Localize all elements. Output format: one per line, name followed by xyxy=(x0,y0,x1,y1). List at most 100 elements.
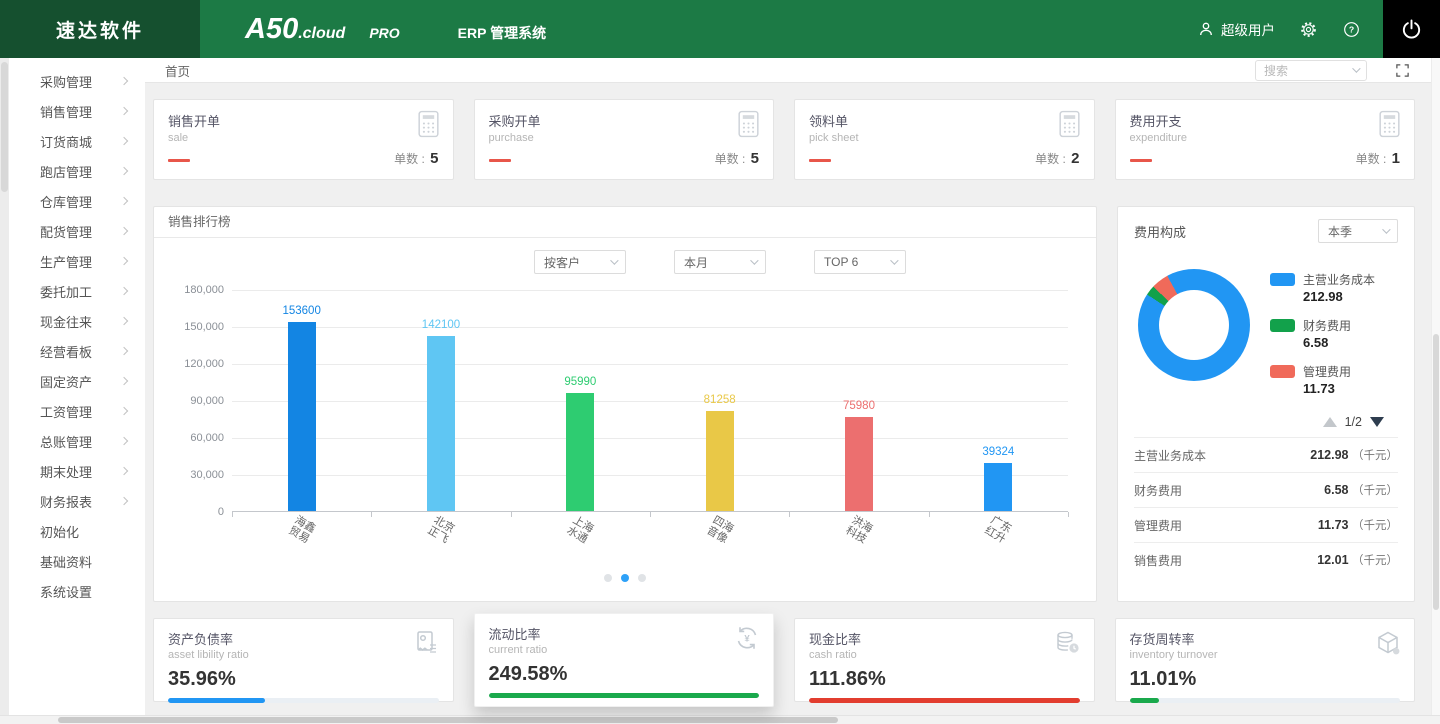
kpi-subtitle: inventory turnover xyxy=(1130,649,1401,661)
product-brand: A50 .cloud PRO ERP 管理系统 xyxy=(245,13,546,46)
sidebar-item-10[interactable]: 固定资产 xyxy=(0,366,145,396)
sidebar-item-0[interactable]: 采购管理 xyxy=(0,66,145,96)
calculator-icon xyxy=(1057,110,1082,143)
sidebar-item-15[interactable]: 初始化 xyxy=(0,516,145,546)
product-name: A50 xyxy=(245,13,298,46)
kpi-progress-fill xyxy=(1130,698,1160,703)
stat-card-1[interactable]: 采购开单purchase单数 : 5 xyxy=(474,99,775,180)
sidebar-item-14[interactable]: 财务报表 xyxy=(0,486,145,516)
red-dash xyxy=(809,159,831,162)
y-axis-tick: 60,000 xyxy=(190,432,224,444)
carousel-dot-1[interactable] xyxy=(621,574,629,582)
bar-value-label: 153600 xyxy=(222,305,381,317)
legend-page-down-icon[interactable] xyxy=(1370,417,1384,427)
stat-card-subtitle: expenditure xyxy=(1130,132,1401,144)
chevron-right-icon xyxy=(120,347,128,355)
carousel-dot-0[interactable] xyxy=(604,574,612,582)
kpi-card-1[interactable]: 流动比率current ratio¥249.58% xyxy=(474,613,775,707)
kpi-card-0[interactable]: 资产负债率asset libility ratio35.96% xyxy=(153,618,454,702)
sidebar-item-6[interactable]: 生产管理 xyxy=(0,246,145,276)
chevron-down-icon xyxy=(1352,64,1360,72)
logo-text: 速达软件 xyxy=(56,16,144,43)
receipt-icon xyxy=(413,629,441,662)
expense-row-2: 管理费用11.73 （千元） xyxy=(1134,507,1398,542)
chart-filter-select-0[interactable]: 按客户 xyxy=(534,250,626,274)
bar xyxy=(427,336,455,511)
vertical-scrollbar-thumb[interactable] xyxy=(1433,334,1439,610)
y-axis-tick: 120,000 xyxy=(184,358,224,370)
sidebar-scrollbar-thumb[interactable] xyxy=(1,62,8,192)
settings-gear-icon[interactable] xyxy=(1299,20,1318,39)
chevron-right-icon xyxy=(120,377,128,385)
bar-column-4: 75980 xyxy=(789,290,928,511)
kpi-value: 35.96% xyxy=(168,668,439,691)
user-icon xyxy=(1197,20,1215,38)
bar xyxy=(706,411,734,511)
bar-value-label: 95990 xyxy=(501,376,660,388)
refresh-yen-icon: ¥ xyxy=(733,624,761,657)
sidebar-item-17[interactable]: 系统设置 xyxy=(0,576,145,606)
bar xyxy=(984,463,1012,511)
sidebar-item-3[interactable]: 跑店管理 xyxy=(0,156,145,186)
bar-column-0: 153600 xyxy=(232,290,371,511)
stat-card-count: 单数 : 5 xyxy=(394,150,438,167)
legend-item-2: 管理费用11.73 xyxy=(1270,363,1375,396)
sidebar-item-1[interactable]: 销售管理 xyxy=(0,96,145,126)
sidebar: 采购管理销售管理订货商城跑店管理仓库管理配货管理生产管理委托加工现金往来经营看板… xyxy=(0,58,145,724)
sidebar-item-13[interactable]: 期末处理 xyxy=(0,456,145,486)
stat-card-2[interactable]: 领料单pick sheet单数 : 2 xyxy=(794,99,1095,180)
vertical-scrollbar[interactable] xyxy=(1431,58,1440,715)
kpi-title: 现金比率 xyxy=(809,629,1080,648)
period-select[interactable]: 本季 xyxy=(1318,219,1398,243)
svg-text:¥: ¥ xyxy=(744,634,750,645)
sidebar-item-12[interactable]: 总账管理 xyxy=(0,426,145,456)
kpi-progress-fill xyxy=(168,698,265,703)
chevron-down-icon xyxy=(610,256,618,264)
kpi-progress-fill xyxy=(489,693,760,698)
stat-card-title: 费用开支 xyxy=(1130,111,1401,130)
user-menu[interactable]: 超级用户 xyxy=(1197,19,1275,39)
stat-card-3[interactable]: 费用开支expenditure单数 : 1 xyxy=(1115,99,1416,180)
kpi-card-2[interactable]: 现金比率cash ratio111.86% xyxy=(794,618,1095,702)
horizontal-scrollbar-thumb[interactable] xyxy=(58,717,838,723)
sidebar-item-5[interactable]: 配货管理 xyxy=(0,216,145,246)
chart-filter-select-1[interactable]: 本月 xyxy=(674,250,766,274)
sales-ranking-title: 销售排行榜 xyxy=(154,207,1096,238)
legend-swatch xyxy=(1270,273,1295,286)
kpi-title: 存货周转率 xyxy=(1130,629,1401,648)
expense-row-3: 销售费用12.01 （千元） xyxy=(1134,542,1398,577)
bar-column-1: 142100 xyxy=(371,290,510,511)
sidebar-item-16[interactable]: 基础资料 xyxy=(0,546,145,576)
cube-icon xyxy=(1374,629,1402,662)
search-input[interactable]: 搜索 xyxy=(1255,60,1367,81)
logout-power-button[interactable] xyxy=(1383,0,1440,58)
chart-filter-select-2[interactable]: TOP 6 xyxy=(814,250,906,274)
kpi-progress-track xyxy=(489,693,760,698)
chevron-right-icon xyxy=(120,407,128,415)
sidebar-item-2[interactable]: 订货商城 xyxy=(0,126,145,156)
red-dash xyxy=(1130,159,1152,162)
y-axis-tick: 180,000 xyxy=(184,284,224,296)
legend-page-up-icon[interactable] xyxy=(1323,417,1337,427)
bar xyxy=(845,417,873,511)
x-axis-category-label: 四海音像 xyxy=(650,518,789,542)
sidebar-scrollbar[interactable] xyxy=(0,58,9,724)
stat-card-count: 单数 : 2 xyxy=(1035,150,1079,167)
help-icon[interactable]: ? xyxy=(1342,20,1361,39)
breadcrumb-home[interactable]: 首页 xyxy=(165,61,190,80)
sidebar-item-8[interactable]: 现金往来 xyxy=(0,306,145,336)
fullscreen-icon[interactable] xyxy=(1395,63,1410,78)
sidebar-item-7[interactable]: 委托加工 xyxy=(0,276,145,306)
kpi-card-3[interactable]: 存货周转率inventory turnover11.01% xyxy=(1115,618,1416,702)
sidebar-item-4[interactable]: 仓库管理 xyxy=(0,186,145,216)
stat-card-0[interactable]: 销售开单sale单数 : 5 xyxy=(153,99,454,180)
sidebar-item-11[interactable]: 工资管理 xyxy=(0,396,145,426)
carousel-dot-2[interactable] xyxy=(638,574,646,582)
kpi-progress-fill xyxy=(809,698,1080,703)
chevron-right-icon xyxy=(120,227,128,235)
sidebar-item-9[interactable]: 经营看板 xyxy=(0,336,145,366)
chevron-right-icon xyxy=(120,257,128,265)
horizontal-scrollbar[interactable] xyxy=(0,715,1440,724)
stat-card-title: 领料单 xyxy=(809,111,1080,130)
svg-text:?: ? xyxy=(1349,24,1354,34)
